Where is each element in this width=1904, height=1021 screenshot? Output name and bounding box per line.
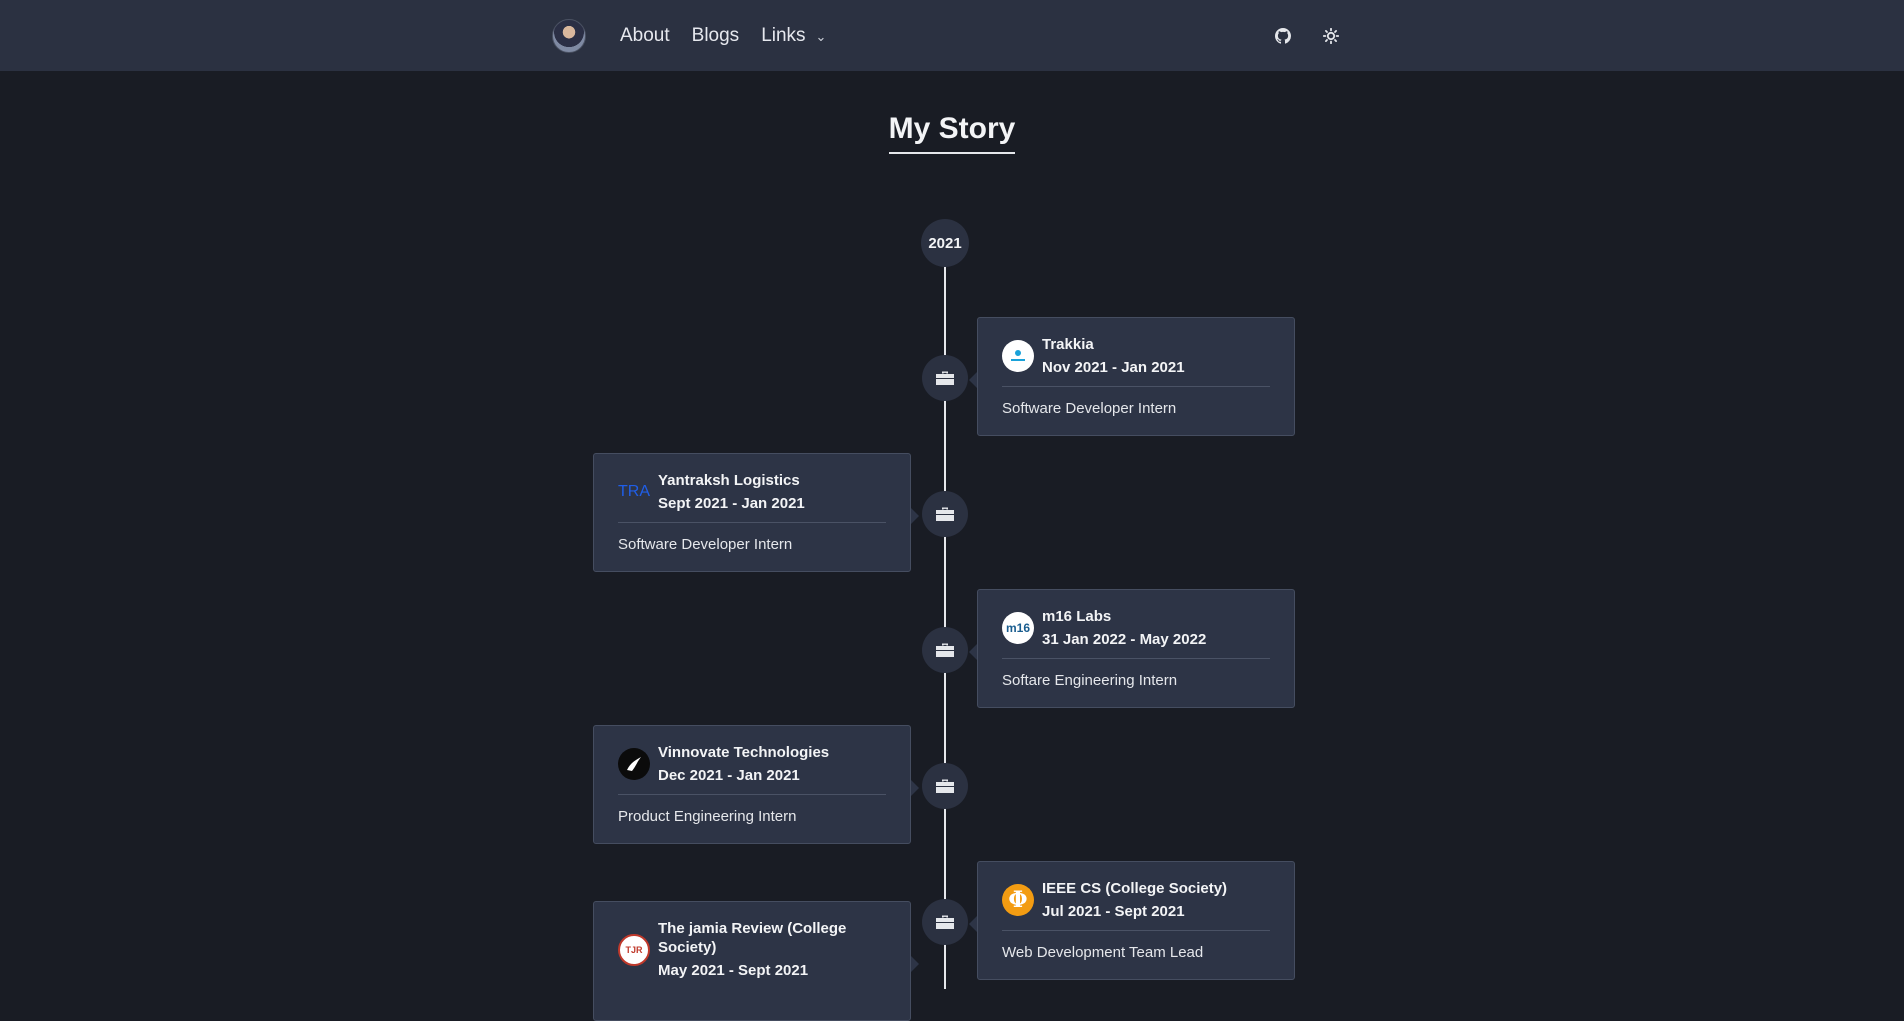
company-name: The jamia Review (College Society) [658, 920, 847, 956]
timeline-card: TRA Yantraksh Logistics Sept 2021 - Jan … [593, 453, 919, 572]
date-range: Nov 2021 - Jan 2021 [1042, 359, 1185, 376]
page-title: My Story [888, 112, 1016, 154]
chevron-down-icon: ⌄ [815, 28, 827, 44]
company-name: Vinnovate Technologies [658, 744, 830, 761]
yantraksh-logo: TRA [618, 483, 650, 500]
github-icon[interactable] [1274, 27, 1292, 45]
card-header: TJR The jamia Review (College Society) M… [618, 919, 886, 989]
card-header: m16 m16 Labs 31 Jan 2022 - May 2022 [1002, 607, 1270, 659]
role-title: Software Developer Intern [1002, 400, 1177, 417]
timeline-card: Vinnovate Technologies Dec 2021 - Jan 20… [593, 725, 919, 844]
year-marker: 2021 [921, 219, 969, 267]
company-name: m16 Labs [1042, 608, 1112, 625]
title-wrap: My Story [0, 112, 1904, 154]
role-title: Software Developer Intern [618, 536, 793, 553]
company-name: Yantraksh Logistics [658, 472, 800, 489]
role-title: Web Development Team Lead [1002, 944, 1204, 961]
date-range: 31 Jan 2022 - May 2022 [1042, 631, 1207, 648]
navbar-actions [1274, 27, 1348, 45]
ieee-cs-logo: Φ [1002, 884, 1034, 916]
date-range: Jul 2021 - Sept 2021 [1042, 903, 1185, 920]
sun-icon[interactable] [1322, 27, 1340, 45]
nav-links-label: Links [761, 24, 806, 46]
date-range: Dec 2021 - Jan 2021 [658, 767, 800, 784]
company-name: IEEE CS (College Society) [1042, 880, 1228, 897]
date-range: Sept 2021 - Jan 2021 [658, 495, 805, 512]
briefcase-icon [922, 491, 968, 537]
timeline-card: m16 m16 Labs 31 Jan 2022 - May 2022 Soft… [969, 589, 1295, 708]
date-range: May 2021 - Sept 2021 [658, 962, 809, 979]
card-header: TRA Yantraksh Logistics Sept 2021 - Jan … [618, 471, 886, 523]
briefcase-icon [922, 899, 968, 945]
timeline-card: TJR The jamia Review (College Society) M… [593, 901, 919, 1021]
trakkia-logo [1002, 340, 1034, 372]
navbar-inner: About Blogs Links ⌄ [552, 0, 1348, 71]
jamia-review-logo: TJR [618, 933, 650, 966]
avatar[interactable] [552, 18, 586, 53]
role-title: Product Engineering Intern [618, 808, 797, 825]
briefcase-icon [922, 355, 968, 401]
briefcase-icon [922, 627, 968, 673]
nav-blogs-link[interactable]: Blogs [692, 25, 740, 47]
vinnovate-logo [618, 748, 650, 780]
briefcase-icon [922, 763, 968, 809]
navbar: About Blogs Links ⌄ [0, 0, 1904, 71]
timeline-card: Φ IEEE CS (College Society) Jul 2021 - S… [969, 861, 1295, 980]
m16-labs-logo: m16 [1002, 612, 1034, 644]
nav-about-link[interactable]: About [620, 25, 670, 47]
company-name: Trakkia [1042, 336, 1094, 353]
card-header: Vinnovate Technologies Dec 2021 - Jan 20… [618, 743, 886, 795]
nav-links-dropdown[interactable]: Links ⌄ [761, 25, 826, 47]
card-header: Trakkia Nov 2021 - Jan 2021 [1002, 335, 1270, 387]
card-header: Φ IEEE CS (College Society) Jul 2021 - S… [1002, 879, 1270, 931]
timeline-card: Trakkia Nov 2021 - Jan 2021 Software Dev… [969, 317, 1295, 436]
role-title: Softare Engineering Intern [1002, 672, 1178, 689]
